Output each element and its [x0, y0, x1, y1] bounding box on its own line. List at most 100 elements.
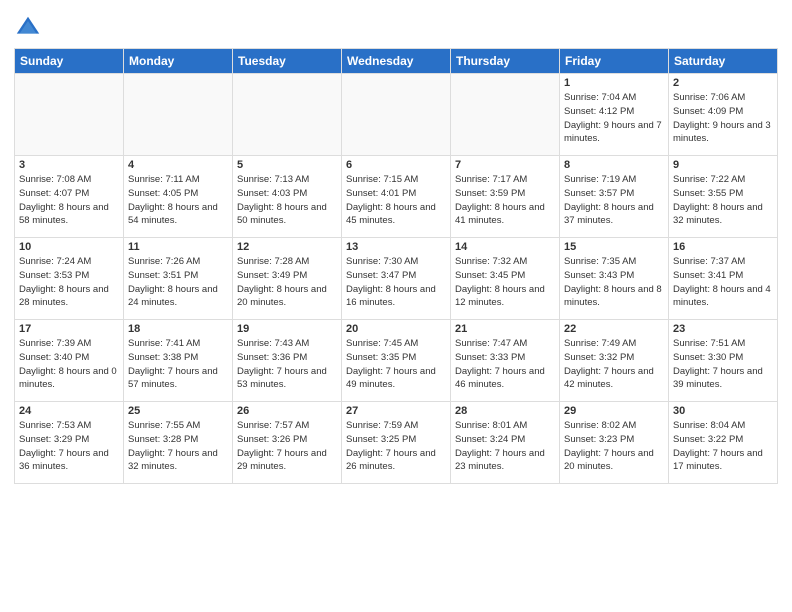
day-info: Sunrise: 7:17 AM Sunset: 3:59 PM Dayligh…: [455, 173, 555, 228]
day-cell-19: 19 Sunrise: 7:43 AM Sunset: 3:36 PM Dayli…: [233, 320, 342, 402]
day-cell-8: 8 Sunrise: 7:19 AM Sunset: 3:57 PM Daylig…: [560, 156, 669, 238]
day-cell-4: 4 Sunrise: 7:11 AM Sunset: 4:05 PM Daylig…: [124, 156, 233, 238]
empty-cell: [451, 74, 560, 156]
day-number: 16: [673, 241, 773, 253]
day-info: Sunrise: 7:13 AM Sunset: 4:03 PM Dayligh…: [237, 173, 337, 228]
weekday-header-tuesday: Tuesday: [233, 49, 342, 74]
day-cell-17: 17 Sunrise: 7:39 AM Sunset: 3:40 PM Dayli…: [15, 320, 124, 402]
page: SundayMondayTuesdayWednesdayThursdayFrid…: [0, 0, 792, 612]
day-number: 13: [346, 241, 446, 253]
day-number: 25: [128, 405, 228, 417]
empty-cell: [342, 74, 451, 156]
weekday-header-thursday: Thursday: [451, 49, 560, 74]
day-info: Sunrise: 7:08 AM Sunset: 4:07 PM Dayligh…: [19, 173, 119, 228]
day-cell-6: 6 Sunrise: 7:15 AM Sunset: 4:01 PM Daylig…: [342, 156, 451, 238]
day-number: 11: [128, 241, 228, 253]
day-info: Sunrise: 8:01 AM Sunset: 3:24 PM Dayligh…: [455, 419, 555, 474]
day-info: Sunrise: 7:04 AM Sunset: 4:12 PM Dayligh…: [564, 91, 664, 146]
day-number: 24: [19, 405, 119, 417]
day-cell-14: 14Sunrise: 7:32 AM Sunset: 3:45 PM Dayli…: [451, 238, 560, 320]
day-number: 26: [237, 405, 337, 417]
week-row-3: 17 Sunrise: 7:39 AM Sunset: 3:40 PM Dayli…: [15, 320, 778, 402]
day-cell-23: 23 Sunrise: 7:51 AM Sunset: 3:30 PM Dayli…: [669, 320, 778, 402]
day-info: Sunrise: 7:22 AM Sunset: 3:55 PM Dayligh…: [673, 173, 773, 228]
weekday-header-friday: Friday: [560, 49, 669, 74]
day-info: Sunrise: 7:41 AM Sunset: 3:38 PM Dayligh…: [128, 337, 228, 392]
day-number: 6: [346, 159, 446, 171]
day-info: Sunrise: 7:11 AM Sunset: 4:05 PM Dayligh…: [128, 173, 228, 228]
day-cell-7: 7Sunrise: 7:17 AM Sunset: 3:59 PM Daylig…: [451, 156, 560, 238]
empty-cell: [124, 74, 233, 156]
weekday-header-wednesday: Wednesday: [342, 49, 451, 74]
day-number: 21: [455, 323, 555, 335]
day-number: 4: [128, 159, 228, 171]
day-info: Sunrise: 7:35 AM Sunset: 3:43 PM Dayligh…: [564, 255, 664, 310]
day-cell-18: 18Sunrise: 7:41 AM Sunset: 3:38 PM Dayli…: [124, 320, 233, 402]
day-cell-28: 28 Sunrise: 8:01 AM Sunset: 3:24 PM Dayli…: [451, 402, 560, 484]
day-cell-29: 29Sunrise: 8:02 AM Sunset: 3:23 PM Dayli…: [560, 402, 669, 484]
calendar: SundayMondayTuesdayWednesdayThursdayFrid…: [14, 48, 778, 484]
weekday-header-monday: Monday: [124, 49, 233, 74]
week-row-2: 10Sunrise: 7:24 AM Sunset: 3:53 PM Dayli…: [15, 238, 778, 320]
week-row-0: 1 Sunrise: 7:04 AM Sunset: 4:12 PM Daylig…: [15, 74, 778, 156]
day-number: 2: [673, 77, 773, 89]
day-cell-1: 1 Sunrise: 7:04 AM Sunset: 4:12 PM Daylig…: [560, 74, 669, 156]
day-number: 19: [237, 323, 337, 335]
day-info: Sunrise: 7:26 AM Sunset: 3:51 PM Dayligh…: [128, 255, 228, 310]
empty-cell: [233, 74, 342, 156]
day-cell-2: 2 Sunrise: 7:06 AM Sunset: 4:09 PM Daylig…: [669, 74, 778, 156]
week-row-4: 24 Sunrise: 7:53 AM Sunset: 3:29 PM Dayli…: [15, 402, 778, 484]
day-info: Sunrise: 8:04 AM Sunset: 3:22 PM Dayligh…: [673, 419, 773, 474]
day-info: Sunrise: 7:51 AM Sunset: 3:30 PM Dayligh…: [673, 337, 773, 392]
day-info: Sunrise: 7:53 AM Sunset: 3:29 PM Dayligh…: [19, 419, 119, 474]
day-info: Sunrise: 7:45 AM Sunset: 3:35 PM Dayligh…: [346, 337, 446, 392]
day-number: 3: [19, 159, 119, 171]
day-info: Sunrise: 7:43 AM Sunset: 3:36 PM Dayligh…: [237, 337, 337, 392]
day-cell-22: 22Sunrise: 7:49 AM Sunset: 3:32 PM Dayli…: [560, 320, 669, 402]
day-info: Sunrise: 7:55 AM Sunset: 3:28 PM Dayligh…: [128, 419, 228, 474]
day-cell-21: 21 Sunrise: 7:47 AM Sunset: 3:33 PM Dayli…: [451, 320, 560, 402]
logo-icon: [14, 14, 42, 42]
weekday-header-sunday: Sunday: [15, 49, 124, 74]
day-cell-9: 9Sunrise: 7:22 AM Sunset: 3:55 PM Daylig…: [669, 156, 778, 238]
day-cell-20: 20Sunrise: 7:45 AM Sunset: 3:35 PM Dayli…: [342, 320, 451, 402]
day-cell-5: 5 Sunrise: 7:13 AM Sunset: 4:03 PM Daylig…: [233, 156, 342, 238]
day-cell-12: 12 Sunrise: 7:28 AM Sunset: 3:49 PM Dayli…: [233, 238, 342, 320]
weekday-header-saturday: Saturday: [669, 49, 778, 74]
day-info: Sunrise: 7:15 AM Sunset: 4:01 PM Dayligh…: [346, 173, 446, 228]
day-number: 17: [19, 323, 119, 335]
day-info: Sunrise: 7:39 AM Sunset: 3:40 PM Dayligh…: [19, 337, 119, 392]
day-cell-11: 11 Sunrise: 7:26 AM Sunset: 3:51 PM Dayli…: [124, 238, 233, 320]
day-info: Sunrise: 7:28 AM Sunset: 3:49 PM Dayligh…: [237, 255, 337, 310]
day-info: Sunrise: 7:19 AM Sunset: 3:57 PM Dayligh…: [564, 173, 664, 228]
day-number: 22: [564, 323, 664, 335]
logo: [14, 14, 46, 42]
day-info: Sunrise: 7:37 AM Sunset: 3:41 PM Dayligh…: [673, 255, 773, 310]
day-cell-10: 10Sunrise: 7:24 AM Sunset: 3:53 PM Dayli…: [15, 238, 124, 320]
day-cell-15: 15Sunrise: 7:35 AM Sunset: 3:43 PM Dayli…: [560, 238, 669, 320]
day-number: 14: [455, 241, 555, 253]
day-cell-26: 26 Sunrise: 7:57 AM Sunset: 3:26 PM Dayli…: [233, 402, 342, 484]
day-info: Sunrise: 8:02 AM Sunset: 3:23 PM Dayligh…: [564, 419, 664, 474]
day-info: Sunrise: 7:59 AM Sunset: 3:25 PM Dayligh…: [346, 419, 446, 474]
day-number: 12: [237, 241, 337, 253]
day-cell-24: 24 Sunrise: 7:53 AM Sunset: 3:29 PM Dayli…: [15, 402, 124, 484]
weekday-header-row: SundayMondayTuesdayWednesdayThursdayFrid…: [15, 49, 778, 74]
day-cell-25: 25 Sunrise: 7:55 AM Sunset: 3:28 PM Dayli…: [124, 402, 233, 484]
day-number: 5: [237, 159, 337, 171]
day-info: Sunrise: 7:47 AM Sunset: 3:33 PM Dayligh…: [455, 337, 555, 392]
day-cell-13: 13Sunrise: 7:30 AM Sunset: 3:47 PM Dayli…: [342, 238, 451, 320]
week-row-1: 3 Sunrise: 7:08 AM Sunset: 4:07 PM Daylig…: [15, 156, 778, 238]
day-cell-27: 27Sunrise: 7:59 AM Sunset: 3:25 PM Dayli…: [342, 402, 451, 484]
day-cell-30: 30 Sunrise: 8:04 AM Sunset: 3:22 PM Dayli…: [669, 402, 778, 484]
day-number: 30: [673, 405, 773, 417]
day-info: Sunrise: 7:57 AM Sunset: 3:26 PM Dayligh…: [237, 419, 337, 474]
day-number: 8: [564, 159, 664, 171]
day-info: Sunrise: 7:06 AM Sunset: 4:09 PM Dayligh…: [673, 91, 773, 146]
day-cell-16: 16 Sunrise: 7:37 AM Sunset: 3:41 PM Dayli…: [669, 238, 778, 320]
day-info: Sunrise: 7:24 AM Sunset: 3:53 PM Dayligh…: [19, 255, 119, 310]
header: [14, 10, 778, 42]
day-number: 23: [673, 323, 773, 335]
day-number: 28: [455, 405, 555, 417]
day-number: 1: [564, 77, 664, 89]
